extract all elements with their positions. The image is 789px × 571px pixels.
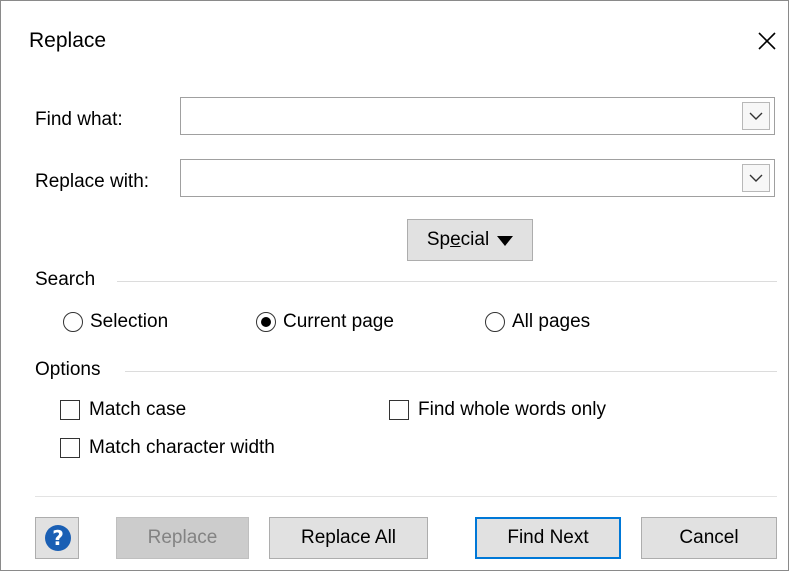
special-button[interactable]: Sp e cial xyxy=(407,219,533,261)
checkbox-icon xyxy=(60,400,80,420)
checkbox-match-case[interactable]: Match case xyxy=(60,399,186,421)
radio-all-pages-label: All pages xyxy=(512,311,591,332)
help-icon: ? xyxy=(45,525,71,551)
dialog-title: Replace xyxy=(29,29,107,52)
find-history-dropdown-button[interactable] xyxy=(742,102,770,130)
match-char-width-label: Match character width xyxy=(89,437,275,458)
radio-circle-icon xyxy=(485,312,505,332)
chevron-down-icon xyxy=(749,112,763,120)
title-bar: Replace xyxy=(1,1,788,81)
find-what-combo[interactable] xyxy=(180,97,775,135)
radio-circle-icon xyxy=(63,312,83,332)
replace-button[interactable]: Replace xyxy=(116,517,249,559)
chevron-down-icon xyxy=(749,174,763,182)
find-next-button[interactable]: Find Next xyxy=(475,517,621,559)
search-group-divider xyxy=(117,281,777,282)
help-button[interactable]: ? xyxy=(35,517,79,559)
checkbox-icon xyxy=(60,438,80,458)
special-label-pre: Sp xyxy=(426,229,451,250)
replace-with-label: Replace with: xyxy=(35,171,150,192)
find-what-label: Find what: xyxy=(35,109,123,130)
radio-all-pages[interactable]: All pages xyxy=(485,311,590,333)
replace-dialog: Replace Find what: Replace with: Sp e cial xyxy=(0,0,789,571)
close-icon xyxy=(758,32,776,50)
radio-circle-checked-icon xyxy=(256,312,276,332)
checkbox-icon xyxy=(389,400,409,420)
replace-history-dropdown-button[interactable] xyxy=(742,164,770,192)
radio-current-page[interactable]: Current page xyxy=(256,311,394,333)
radio-selection[interactable]: Selection xyxy=(63,311,168,333)
replace-all-button[interactable]: Replace All xyxy=(269,517,428,559)
match-case-label: Match case xyxy=(89,399,187,420)
cancel-button[interactable]: Cancel xyxy=(641,517,777,559)
footer-divider xyxy=(35,496,777,497)
whole-words-label: Find whole words only xyxy=(418,399,606,420)
replace-with-combo[interactable] xyxy=(180,159,775,197)
checkbox-match-char-width[interactable]: Match character width xyxy=(60,437,275,459)
radio-selection-label: Selection xyxy=(90,311,169,332)
replace-with-input[interactable] xyxy=(181,160,731,196)
special-label-accel: e xyxy=(450,229,461,250)
checkbox-whole-words[interactable]: Find whole words only xyxy=(389,399,606,421)
dropdown-arrow-icon xyxy=(497,236,514,246)
search-group-label: Search xyxy=(35,269,96,290)
radio-current-page-label: Current page xyxy=(283,311,394,332)
options-group-divider xyxy=(125,371,777,372)
close-button[interactable] xyxy=(747,21,787,61)
special-label-post: cial xyxy=(460,229,490,250)
find-what-input[interactable] xyxy=(181,98,731,134)
options-group-label: Options xyxy=(35,359,101,380)
